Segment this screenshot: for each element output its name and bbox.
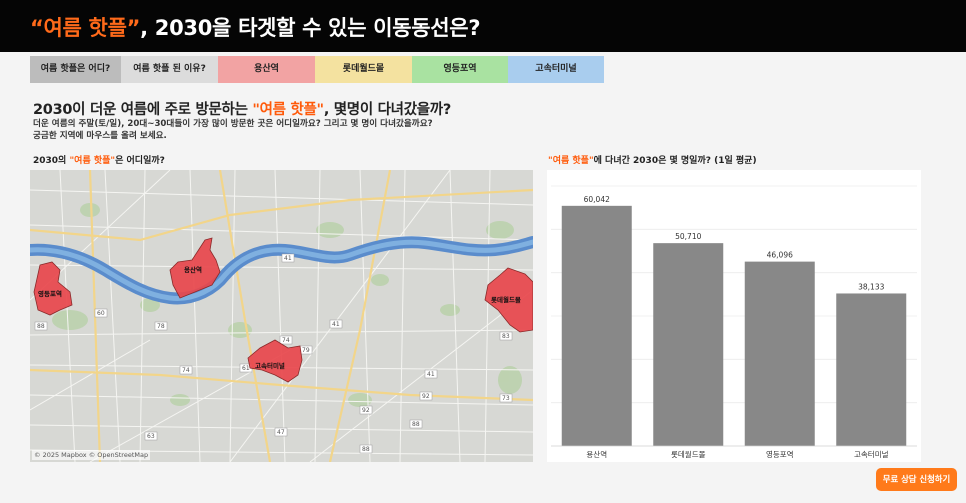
chart-panel-title: "여름 핫플"에 다녀간 2030은 몇 명일까? (1일 평균): [548, 153, 757, 166]
map-canvas: 41 60 78 61 88 41 79 88 41 73 74 74 92 9…: [30, 170, 533, 462]
road-label: 83: [502, 333, 510, 340]
subtext-line-1: 더운 여름의 주말(토/일), 20대~30대들이 가장 많이 방문한 곳은 어…: [33, 119, 433, 129]
bar-3[interactable]: [836, 293, 907, 446]
road-label: 61: [242, 365, 250, 372]
tab-lotte-world-mall[interactable]: 롯데월드몰: [315, 56, 412, 83]
category-label: 롯데월드몰: [671, 449, 706, 459]
free-consult-button[interactable]: 무료 상담 신청하기: [876, 468, 957, 491]
map-view[interactable]: 41 60 78 61 88 41 79 88 41 73 74 74 92 9…: [30, 170, 533, 462]
category-label: 영등포역: [766, 449, 794, 459]
bar-1[interactable]: [653, 243, 724, 446]
subtext-line-2: 궁금한 지역에 마우스를 올려 보세요.: [33, 131, 167, 141]
tab-bar: 여름 핫플은 어디? 여름 핫플 된 이유? 용산역 롯데월드몰 영등포역 고속…: [30, 56, 604, 83]
road-label: 92: [422, 393, 430, 400]
title-rest: , 2030을 타겟할 수 있는 이동동선은?: [140, 16, 481, 40]
page-title: “여름 핫플”, 2030을 타겟할 수 있는 이동동선은?: [30, 12, 481, 42]
region-label-yeongdeungpo: 영등포역: [38, 289, 62, 298]
region-label-yongsan: 용산역: [184, 265, 202, 274]
tab-yeongdeungpo[interactable]: 영등포역: [412, 56, 508, 83]
road-label: 41: [284, 255, 292, 262]
bar-value-label: 50,710: [675, 232, 701, 241]
road-label: 74: [282, 337, 290, 344]
road-label: 63: [147, 433, 155, 440]
region-express-terminal[interactable]: [247, 339, 303, 383]
road-label: 92: [362, 407, 370, 414]
road-label: 47: [277, 429, 285, 436]
road-label: 88: [412, 421, 420, 428]
region-label-lotte-world-mall: 롯데월드몰: [491, 295, 521, 304]
map-title-pre: 2030의: [33, 156, 70, 166]
road-label: 74: [182, 367, 190, 374]
region-yeongdeungpo[interactable]: [33, 261, 73, 316]
heading-highlight: "여름 핫플": [252, 102, 324, 118]
header-bar: “여름 핫플”, 2030을 타겟할 수 있는 이동동선은?: [0, 0, 966, 52]
bar-chart: 60,042 용산역 50,710 롯데월드몰 46,096 영등포역 38,133 고속터미…: [547, 170, 921, 462]
bar-value-label: 60,042: [584, 195, 610, 204]
bar-value-label: 38,133: [858, 282, 884, 291]
category-label: 용산역: [586, 449, 607, 459]
road-label: 73: [502, 395, 510, 402]
bar-2[interactable]: [744, 261, 815, 446]
tab-hotplace-why[interactable]: 여름 핫플 된 이유?: [121, 56, 218, 83]
bar-chart-canvas: 60,042 용산역 50,710 롯데월드몰 46,096 영등포역 38,133 고속터미…: [551, 185, 917, 459]
map-attribution[interactable]: © 2025 Mapbox © OpenStreetMap: [32, 450, 151, 460]
map-panel-title: 2030의 "여름 핫플"은 어디일까?: [33, 153, 165, 166]
road-label: 60: [97, 310, 105, 317]
road-label: 88: [362, 446, 370, 453]
tab-yongsan[interactable]: 용산역: [218, 56, 315, 83]
region-label-express-terminal: 고속터미널: [255, 361, 285, 370]
bar-value-label: 46,096: [767, 251, 793, 260]
chart-title-highlight: "여름 핫플": [548, 156, 594, 166]
chart-title-post: 에 다녀간 2030은 몇 명일까? (1일 평균): [593, 156, 757, 166]
map-title-highlight: "여름 핫플": [69, 156, 116, 166]
heading-part1: 2030이 더운 여름에 주로 방문하는: [33, 102, 253, 118]
tab-express-terminal[interactable]: 고속터미널: [508, 56, 604, 83]
road-label: 41: [332, 321, 340, 328]
section-heading: 2030이 더운 여름에 주로 방문하는 "여름 핫플", 몇명이 다녀갔을까?: [33, 98, 451, 119]
category-label: 고속터미널: [854, 450, 889, 459]
heading-part2: , 몇명이 다녀갔을까?: [323, 102, 451, 118]
map-title-post: 은 어디일까?: [115, 156, 165, 166]
road-label: 41: [427, 371, 435, 378]
bar-0[interactable]: [561, 205, 632, 446]
han-river-highlight: [30, 239, 533, 301]
tab-hotplace-where[interactable]: 여름 핫플은 어디?: [30, 56, 121, 83]
road-label: 88: [37, 323, 45, 330]
title-highlight: “여름 핫플”: [30, 16, 141, 40]
road-label: 78: [157, 323, 165, 330]
road-label: 79: [302, 347, 310, 354]
